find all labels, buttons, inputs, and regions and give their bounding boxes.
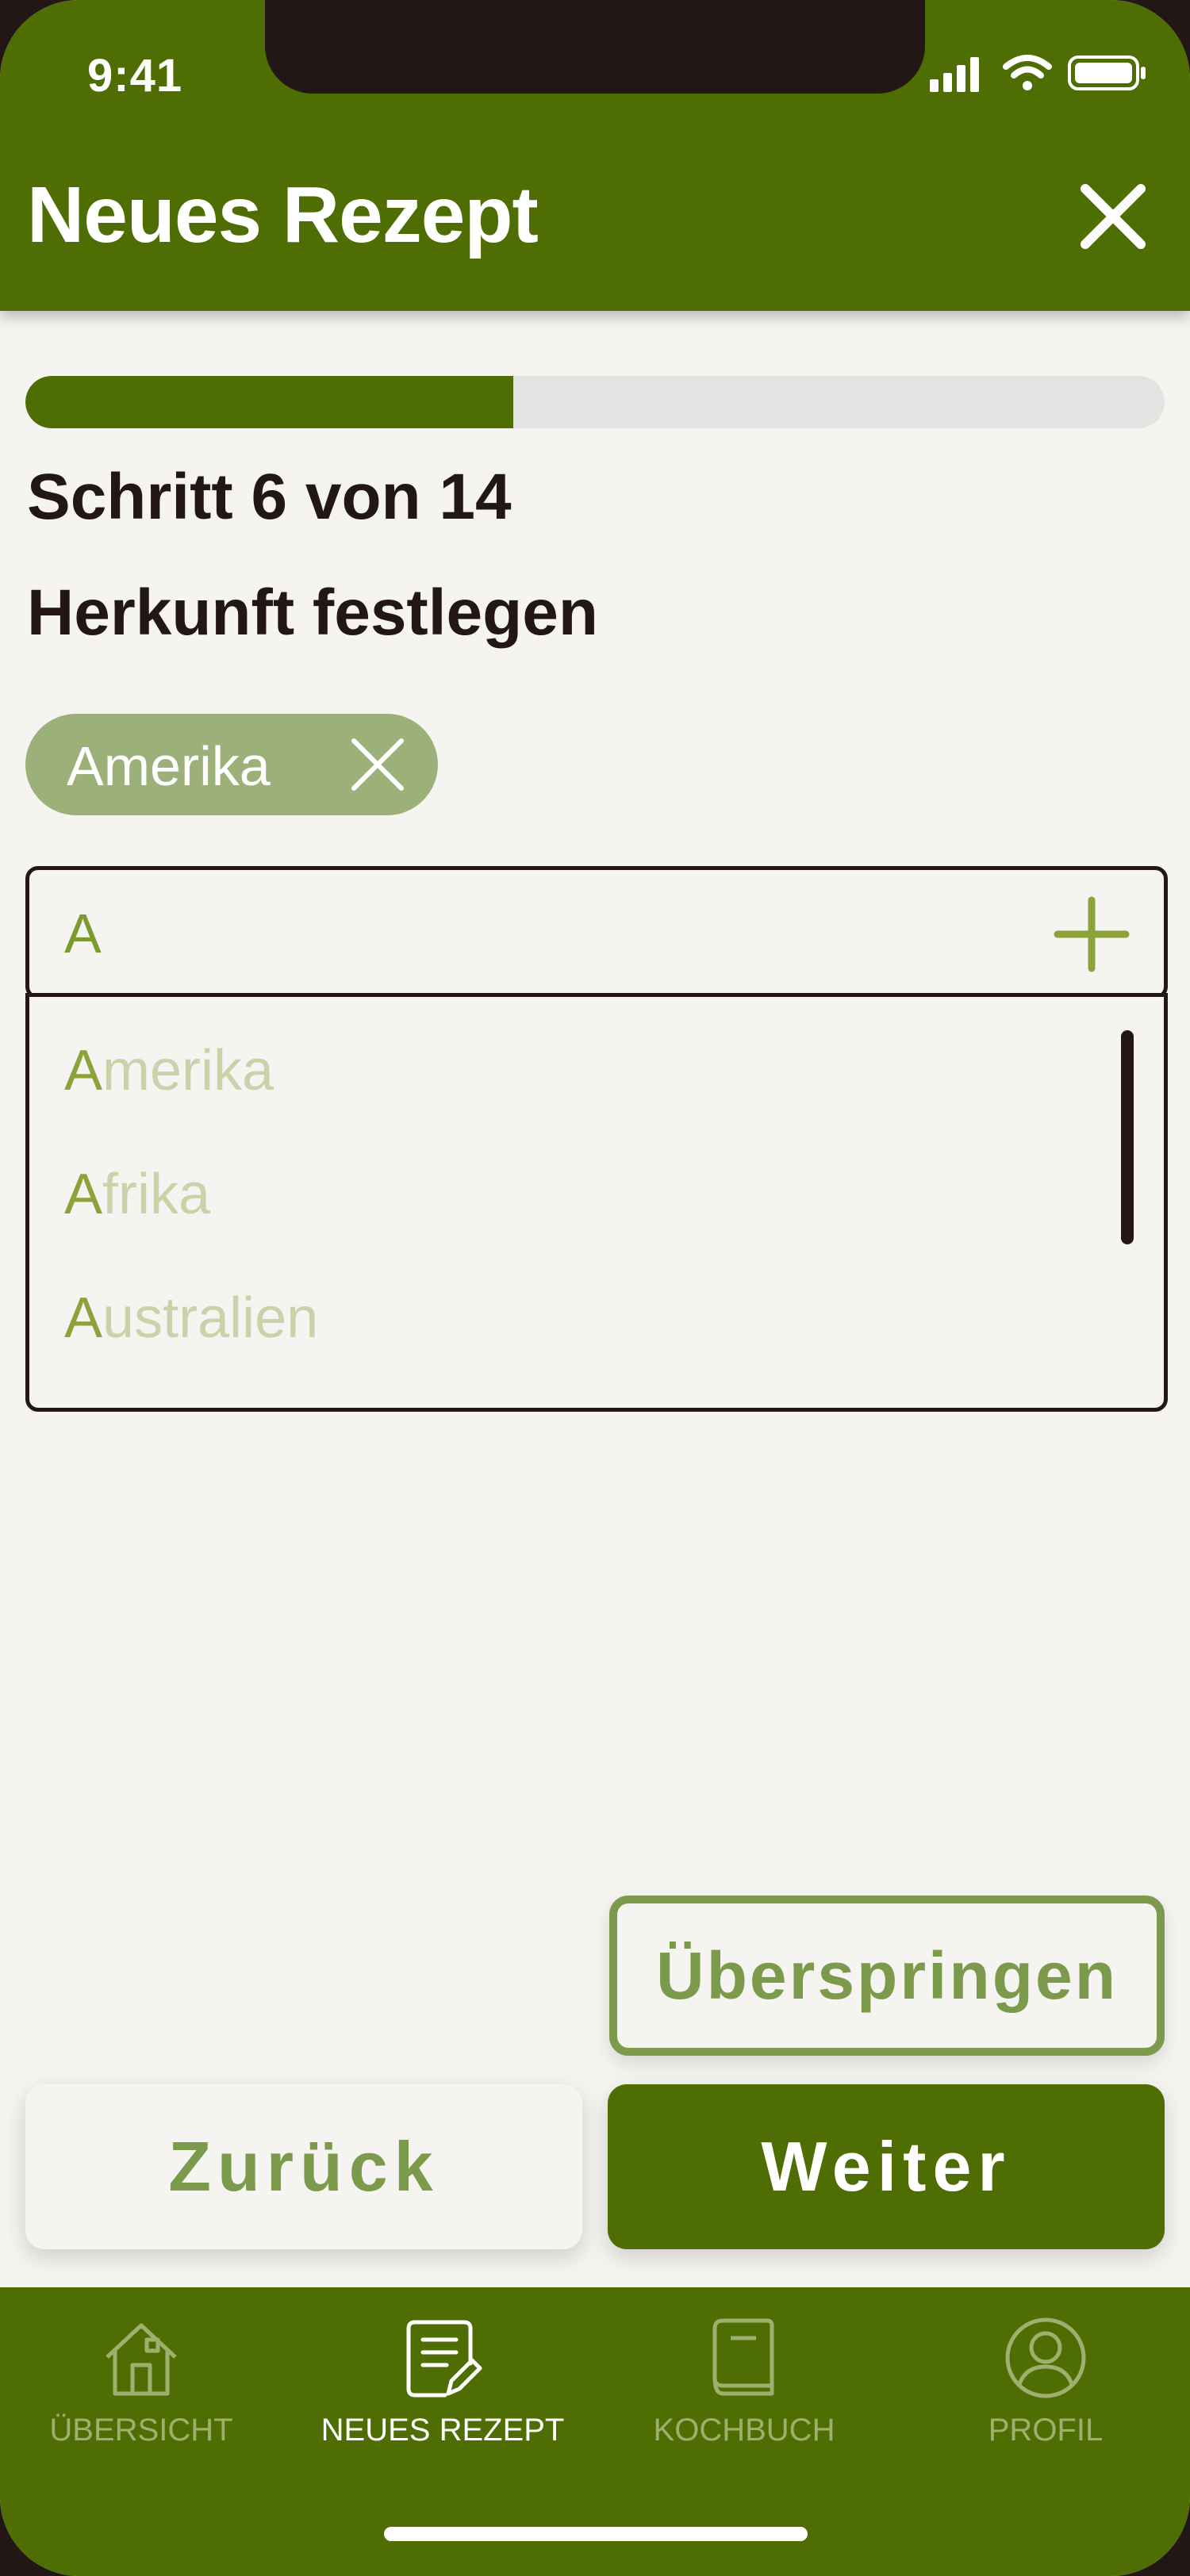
suggestion-item[interactable]: Afrika — [64, 1162, 210, 1233]
tab-profile[interactable]: PROFIL — [895, 2314, 1190, 2473]
home-icon — [106, 2323, 177, 2396]
suggestion-match: A — [64, 1039, 103, 1102]
selected-tag-chip: Amerika — [25, 714, 438, 815]
close-icon — [1081, 184, 1146, 249]
progress-bar — [25, 376, 1165, 428]
progress-bar-fill — [25, 376, 514, 428]
status-time: 9:41 — [87, 50, 183, 102]
add-origin-button[interactable] — [1053, 895, 1130, 973]
suggestion-match: A — [64, 1286, 103, 1350]
plus-icon — [1054, 896, 1130, 972]
wifi-icon — [1003, 55, 1052, 90]
recipe-edit-icon — [406, 2320, 482, 2398]
skip-button[interactable]: Überspringen — [609, 1896, 1165, 2056]
step-title: Herkunft festlegen — [27, 577, 598, 649]
back-button[interactable]: Zurück — [25, 2084, 582, 2249]
dropdown-scrollbar[interactable] — [1121, 1030, 1134, 1244]
tab-cookbook[interactable]: KOCHBUCH — [593, 2314, 895, 2473]
chip-label: Amerika — [67, 735, 271, 797]
bottom-navigation: ÜBERSICHT NEUES REZEPT KOCHBUCH PROFIL — [0, 2287, 1190, 2576]
battery-icon — [1068, 56, 1146, 90]
app-screen: 9:41 Neues Rezept Schritt 6 von 14 Herku… — [0, 0, 1190, 2576]
suggestion-item[interactable]: Amerika — [64, 1038, 274, 1110]
profile-icon — [1005, 2317, 1086, 2398]
tab-new-recipe[interactable]: NEUES REZEPT — [292, 2314, 593, 2473]
book-icon — [712, 2318, 774, 2396]
suggestion-dropdown: Amerika Afrika Australien — [25, 993, 1168, 1412]
tab-label: ÜBERSICHT — [49, 2413, 233, 2448]
origin-search-box — [25, 866, 1168, 999]
page-title: Neues Rezept — [27, 171, 539, 259]
status-icons — [928, 51, 1150, 95]
tab-label: NEUES REZEPT — [321, 2413, 565, 2448]
home-indicator — [384, 2527, 808, 2541]
app-header: 9:41 Neues Rezept — [0, 0, 1190, 311]
step-counter: Schritt 6 von 14 — [27, 461, 512, 533]
suggestion-rest: merika — [102, 1039, 274, 1102]
suggestion-rest: frika — [102, 1163, 211, 1226]
chip-remove-button[interactable] — [349, 736, 406, 793]
device-notch — [265, 0, 925, 94]
close-icon — [351, 738, 404, 791]
tab-label: KOCHBUCH — [653, 2413, 835, 2448]
tab-overview[interactable]: ÜBERSICHT — [0, 2314, 292, 2473]
suggestion-rest: ustralien — [102, 1286, 319, 1350]
signal-icon — [930, 57, 979, 92]
tab-label: PROFIL — [988, 2413, 1104, 2448]
suggestion-item[interactable]: Australien — [64, 1286, 318, 1357]
suggestion-match: A — [64, 1163, 103, 1226]
close-button[interactable] — [1079, 182, 1147, 251]
origin-search-input[interactable] — [64, 902, 1016, 965]
next-button[interactable]: Weiter — [608, 2084, 1165, 2249]
